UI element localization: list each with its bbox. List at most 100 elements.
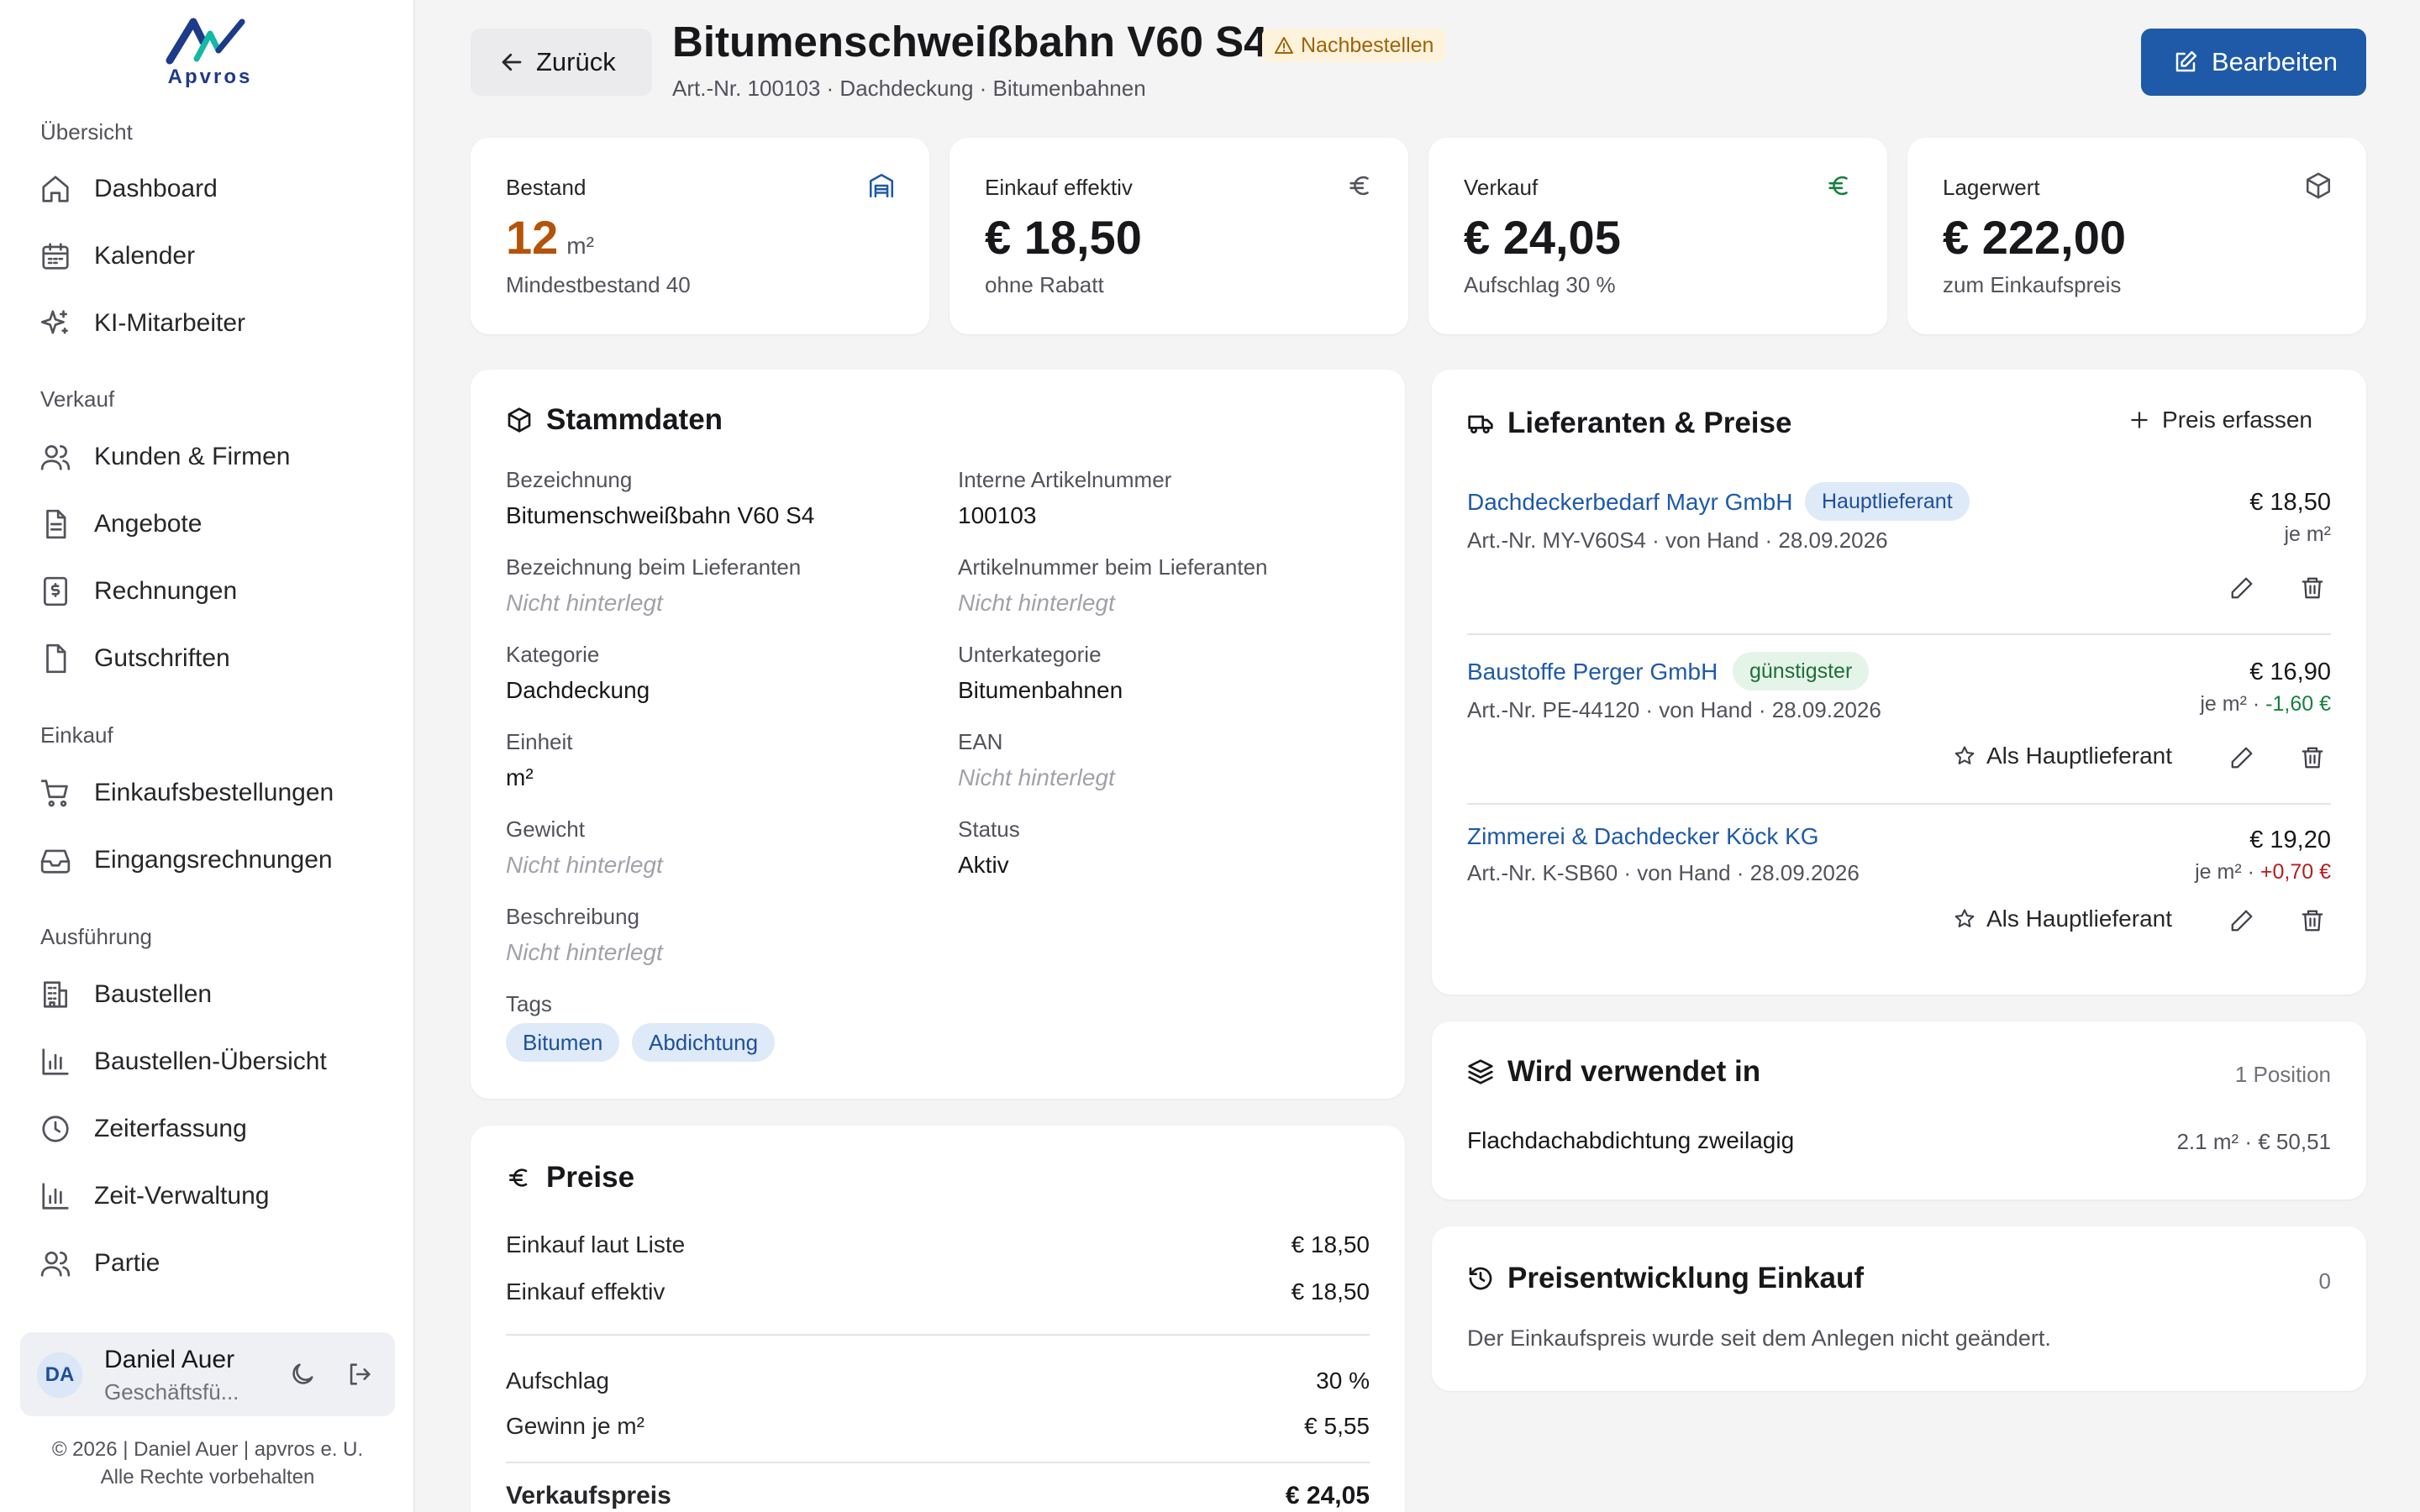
price-row-value: € 5,55 bbox=[1304, 1413, 1370, 1439]
stat-label: Einkauf effektiv bbox=[985, 175, 1133, 200]
edit-supplier-button[interactable] bbox=[2225, 571, 2259, 605]
field-value: Bitumenschweißbahn V60 S4 bbox=[506, 502, 815, 528]
add-price-button[interactable]: Preis erfassen bbox=[2128, 407, 2312, 433]
stat-subtext: ohne Rabatt bbox=[985, 272, 1104, 297]
field-label: Artikelnummer beim Lieferanten bbox=[958, 554, 1268, 580]
clock-icon bbox=[39, 1112, 72, 1146]
truck-icon bbox=[1468, 415, 1493, 433]
supplier-name-link[interactable]: Zimmerei & Dachdecker Köck KG bbox=[1467, 823, 1819, 850]
sidebar-item-kalender[interactable]: Kalender bbox=[20, 228, 395, 284]
back-button-label: Zurück bbox=[536, 47, 616, 76]
field-label: Status bbox=[958, 816, 1020, 842]
supplier-unit: je m² bbox=[2284, 522, 2331, 546]
usage-item-name[interactable]: Flachdachabdichtung zweilagig bbox=[1467, 1127, 1794, 1154]
page-title: Bitumenschweißbahn V60 S4 bbox=[672, 18, 1268, 66]
sidebar-item-zeiterfassung[interactable]: Zeiterfassung bbox=[20, 1101, 395, 1157]
sidebar-item-einkaufsbestellungen[interactable]: Einkaufsbestellungen bbox=[20, 765, 395, 821]
set-main-supplier-button[interactable]: Als Hauptlieferant bbox=[1953, 743, 2172, 769]
calendar-icon bbox=[39, 239, 72, 273]
delete-supplier-button[interactable] bbox=[2296, 571, 2329, 605]
stat-card-lagerwert: Lagerwert € 222,00 zum Einkaufspreis bbox=[1907, 138, 2366, 334]
pencil-icon bbox=[2231, 577, 2253, 599]
field-label: Gewicht bbox=[506, 816, 585, 842]
supplier-badge: günstigster bbox=[1733, 652, 1870, 690]
tag-chip[interactable]: Abdichtung bbox=[632, 1023, 776, 1062]
arrow-left-icon bbox=[502, 53, 522, 71]
supplier-price: € 19,20 bbox=[2249, 827, 2331, 853]
warning-icon bbox=[1275, 37, 1293, 54]
sidebar-item-label: Baustellen bbox=[94, 980, 213, 1008]
price-row-label: Aufschlag bbox=[506, 1368, 609, 1394]
sidebar-item-angebote[interactable]: Angebote bbox=[20, 496, 395, 552]
card-title: Preise bbox=[506, 1161, 634, 1194]
sidebar-item-zeit-verwaltung[interactable]: Zeit-Verwaltung bbox=[20, 1168, 395, 1224]
divider bbox=[506, 1334, 1370, 1336]
user-card[interactable]: DA Daniel Auer Geschäftsfü... bbox=[20, 1332, 395, 1416]
tag-chip[interactable]: Bitumen bbox=[506, 1023, 620, 1062]
price-row-value: € 18,50 bbox=[1291, 1278, 1370, 1305]
delete-supplier-button[interactable] bbox=[2296, 741, 2329, 774]
back-button[interactable]: Zurück bbox=[471, 29, 652, 96]
stat-subtext: Mindestbestand 40 bbox=[506, 272, 691, 297]
sidebar-item-label: KI-Mitarbeiter bbox=[94, 309, 246, 337]
sidebar-item-baustellen[interactable]: Baustellen bbox=[20, 967, 395, 1022]
sidebar-item-gutschriften[interactable]: Gutschriften bbox=[20, 631, 395, 686]
stat-subtext: Aufschlag 30 % bbox=[1464, 272, 1616, 297]
edit-supplier-button[interactable] bbox=[2225, 904, 2259, 937]
supplier-name-link[interactable]: Dachdeckerbedarf Mayr GmbH bbox=[1467, 489, 1792, 516]
delete-supplier-button[interactable] bbox=[2296, 904, 2329, 937]
card-title: Lieferanten & Preise bbox=[1467, 407, 1791, 440]
stat-value: € 222,00 bbox=[1943, 211, 2126, 264]
sidebar-item-dashboard[interactable]: Dashboard bbox=[20, 161, 395, 217]
logout-button[interactable] bbox=[339, 1354, 380, 1394]
preise-card: Preise Einkauf laut Liste € 18,50 Einkau… bbox=[471, 1126, 1405, 1512]
sidebar-item-rechnungen[interactable]: Rechnungen bbox=[20, 564, 395, 619]
supplier-name-link[interactable]: Baustoffe Perger GmbH bbox=[1467, 659, 1718, 685]
pencil-icon bbox=[2231, 910, 2253, 932]
divider bbox=[1467, 803, 2331, 805]
price-row-label-total: Verkaufspreis bbox=[506, 1482, 671, 1509]
stat-card-bestand: Bestand 12 m² Mindestbestand 40 bbox=[471, 138, 929, 334]
field-label: Einheit bbox=[506, 729, 573, 754]
bar-chart-icon bbox=[39, 1179, 72, 1213]
stat-card-einkauf: Einkauf effektiv € 18,50 ohne Rabatt bbox=[950, 138, 1408, 334]
edit-button-label: Bearbeiten bbox=[2212, 47, 2338, 76]
card-title-text: Stammdaten bbox=[546, 403, 723, 436]
history-icon bbox=[1469, 1267, 1492, 1290]
field-value: m² bbox=[506, 764, 534, 790]
theme-toggle-button[interactable] bbox=[282, 1354, 323, 1394]
app-logo[interactable]: Apvros bbox=[160, 17, 260, 89]
stat-label: Verkauf bbox=[1464, 175, 1539, 200]
status-badge: Nachbestellen bbox=[1262, 29, 1446, 62]
stat-value: € 24,05 bbox=[1464, 211, 1621, 264]
bar-chart-icon bbox=[39, 1045, 72, 1079]
supplier-unit: je m² · +0,70 € bbox=[2195, 860, 2331, 885]
euro-icon bbox=[1346, 171, 1375, 200]
footer-copyright: © 2026 | Daniel Auer | apvros e. U. bbox=[51, 1438, 364, 1461]
sidebar-item-eingangsrechnungen[interactable]: Eingangsrechnungen bbox=[20, 832, 395, 888]
sidebar-item-ki-mitarbeiter[interactable]: KI-Mitarbeiter bbox=[20, 296, 395, 351]
sidebar-item-baustellen-uebersicht[interactable]: Baustellen-Übersicht bbox=[20, 1034, 395, 1089]
stat-label: Lagerwert bbox=[1943, 175, 2040, 200]
supplier-meta: Art.-Nr. K-SB60 · von Hand · 28.09.2026 bbox=[1467, 860, 1860, 885]
euro-icon bbox=[1825, 171, 1854, 200]
field-value: Nicht hinterlegt bbox=[958, 590, 1115, 616]
price-row-label: Gewinn je m² bbox=[506, 1413, 644, 1439]
field-label: EAN bbox=[958, 729, 1003, 754]
edit-supplier-button[interactable] bbox=[2225, 741, 2259, 774]
card-title: Preisentwicklung Einkauf bbox=[1467, 1262, 1864, 1295]
stat-value: € 18,50 bbox=[985, 211, 1142, 264]
users-icon bbox=[39, 440, 72, 474]
layers-icon bbox=[1468, 1059, 1493, 1084]
logo-mark-icon bbox=[166, 18, 245, 65]
sidebar-item-partie[interactable]: Partie bbox=[20, 1236, 395, 1291]
price-row-value: € 18,50 bbox=[1291, 1231, 1370, 1257]
divider bbox=[506, 1462, 1370, 1463]
set-main-supplier-button[interactable]: Als Hauptlieferant bbox=[1953, 906, 2172, 932]
edit-button[interactable]: Bearbeiten bbox=[2141, 29, 2366, 96]
sidebar-item-kunden-firmen[interactable]: Kunden & Firmen bbox=[20, 429, 395, 485]
card-title-text: Preise bbox=[546, 1161, 635, 1194]
field-value: Dachdeckung bbox=[506, 677, 650, 703]
lieferanten-card: Lieferanten & Preise Preis erfassen Dach… bbox=[1432, 370, 2366, 995]
field-label: Interne Artikelnummer bbox=[958, 467, 1172, 492]
